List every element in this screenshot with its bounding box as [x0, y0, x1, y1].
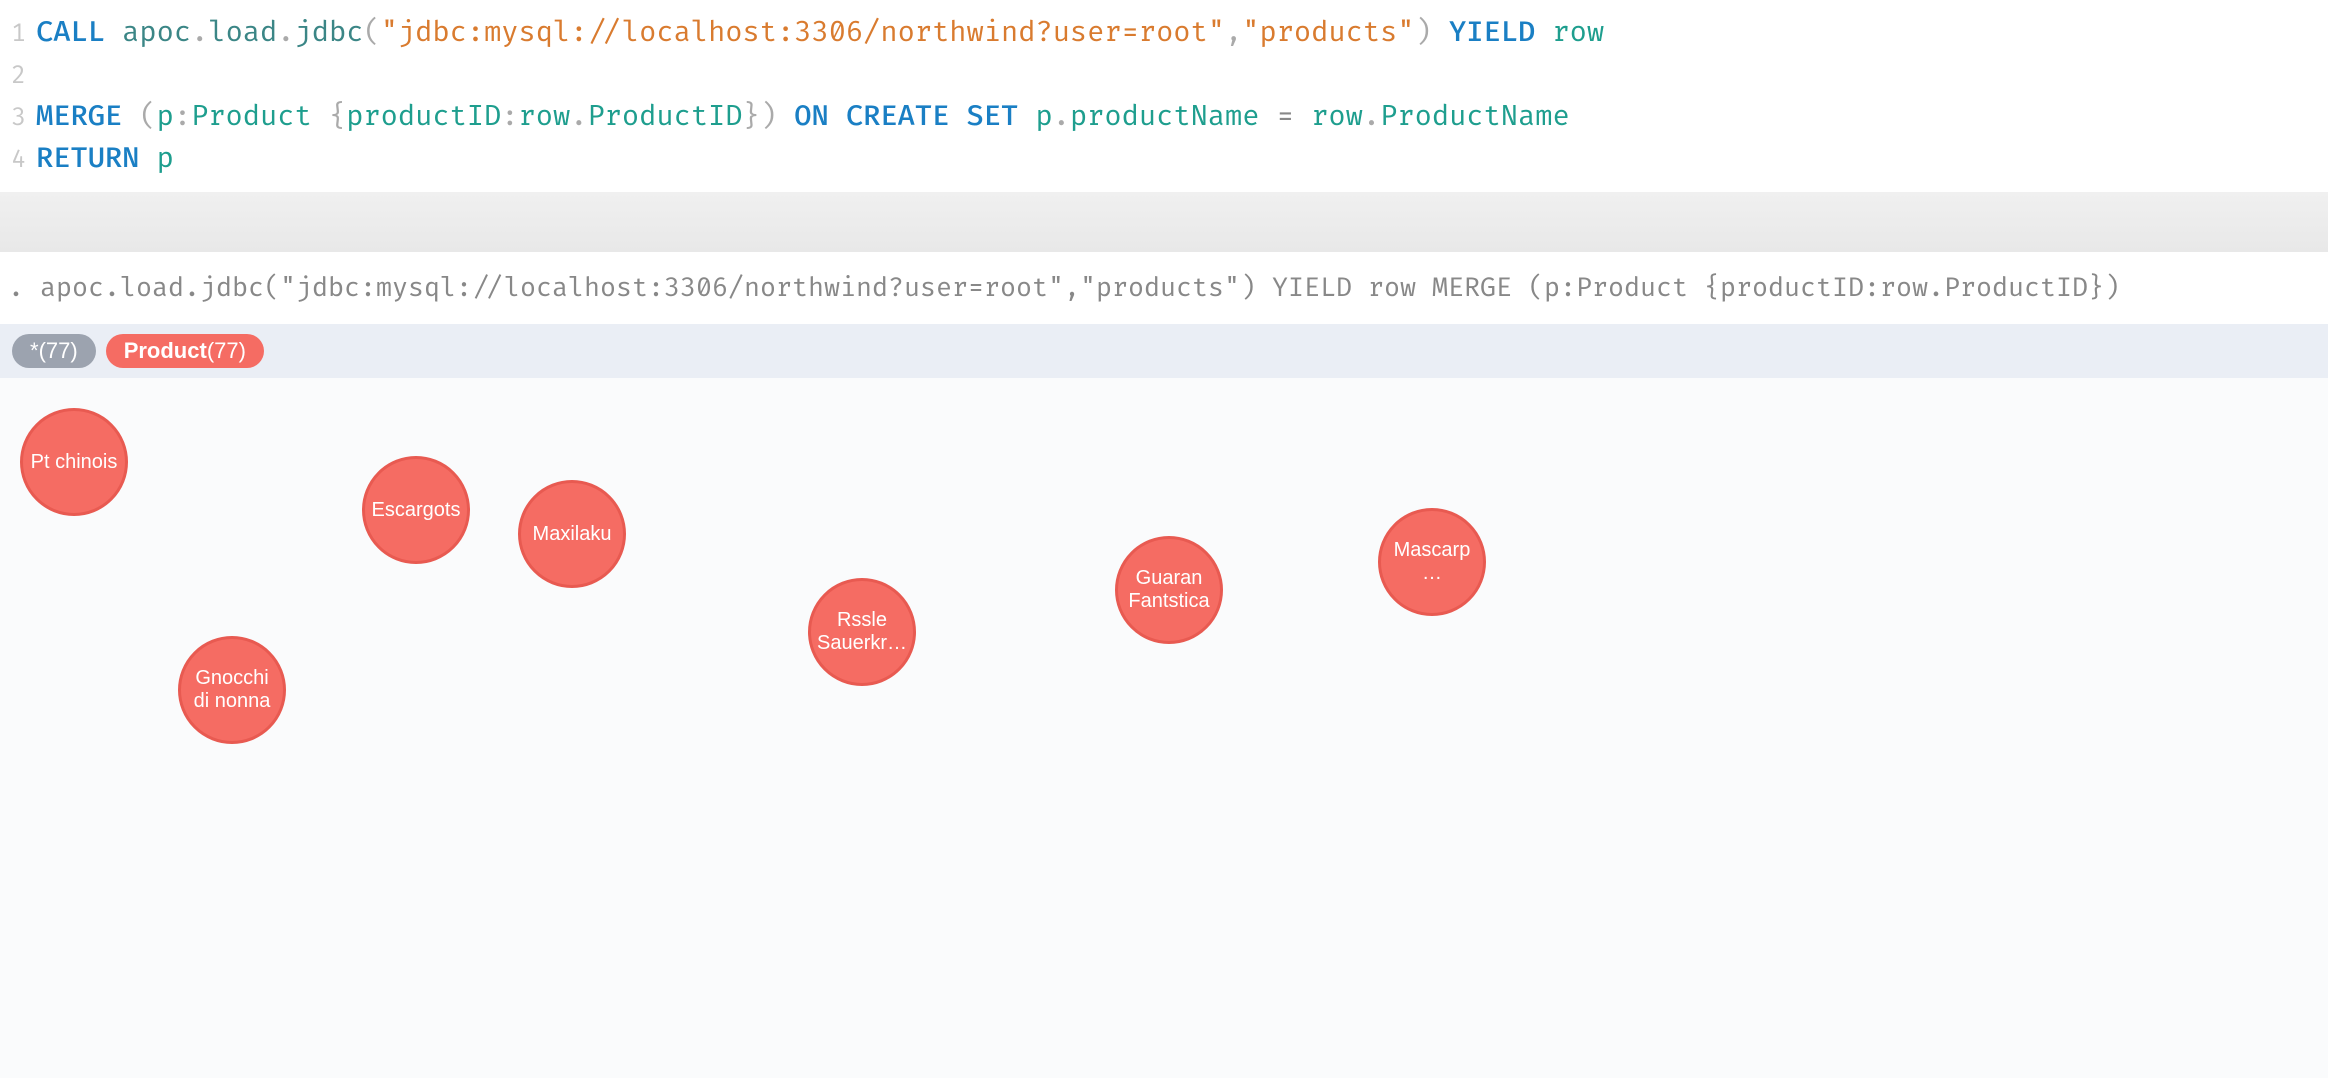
node-label: Mascarp… — [1385, 539, 1479, 585]
graph-node[interactable]: Guaran Fantstica — [1115, 536, 1223, 644]
node-label: Gnocchi di nonna — [185, 667, 279, 713]
filter-pill-product[interactable]: Product(77) — [106, 334, 264, 368]
node-label: Escargots — [372, 499, 461, 522]
code-content[interactable]: RETURN p — [36, 138, 174, 180]
graph-node[interactable]: Maxilaku — [518, 480, 626, 588]
graph-node[interactable]: Gnocchi di nonna — [178, 636, 286, 744]
result-filter-bar: *(77) Product(77) — [0, 324, 2328, 378]
code-content[interactable]: CALL apoc.load.jdbc("jdbc:mysql://localh… — [36, 12, 1604, 54]
query-editor[interactable]: 1 CALL apoc.load.jdbc("jdbc:mysql://local… — [0, 0, 2328, 192]
pill-count: (77) — [207, 338, 246, 364]
pill-label: Product — [124, 338, 207, 364]
line-number: 1 — [8, 17, 26, 53]
node-label: Pt chinois — [31, 451, 118, 474]
line-number: 4 — [8, 143, 26, 179]
graph-node[interactable]: Pt chinois — [20, 408, 128, 516]
code-line[interactable]: 2 — [8, 54, 2328, 96]
node-label: Rssle Sauerkr… — [815, 609, 909, 655]
graph-node[interactable]: Escargots — [362, 456, 470, 564]
pill-count: (77) — [39, 338, 78, 364]
filter-pill-all[interactable]: *(77) — [12, 334, 96, 368]
code-line[interactable]: 3 MERGE (p:Product {productID:row.Product… — [8, 96, 2328, 138]
code-line[interactable]: 1 CALL apoc.load.jdbc("jdbc:mysql://local… — [8, 12, 2328, 54]
pill-label: * — [30, 338, 39, 364]
node-label: Maxilaku — [533, 523, 612, 546]
graph-visualization[interactable]: Pt chinois Escargots Maxilaku Rssle Sauerkr… — [0, 378, 2328, 1078]
line-number: 3 — [8, 101, 26, 137]
code-line[interactable]: 4 RETURN p — [8, 138, 2328, 180]
result-query-summary: . apoc.load.jdbc("jdbc:mysql://localhost… — [0, 252, 2328, 324]
node-label: Guaran Fantstica — [1122, 567, 1216, 613]
pane-divider — [0, 192, 2328, 252]
code-content[interactable]: MERGE (p:Product {productID:row.ProductI… — [36, 96, 1570, 138]
code-content[interactable] — [36, 54, 53, 96]
graph-node[interactable]: Mascarp… — [1378, 508, 1486, 616]
graph-node[interactable]: Rssle Sauerkr… — [808, 578, 916, 686]
line-number: 2 — [8, 59, 26, 95]
